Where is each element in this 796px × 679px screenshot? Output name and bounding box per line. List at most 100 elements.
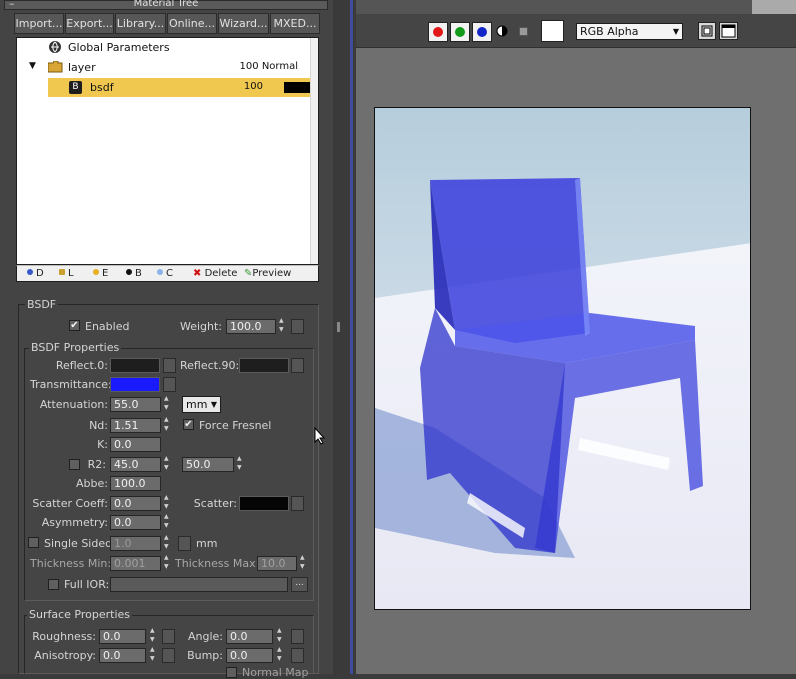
scatter-coeff-field[interactable]: 0.0 xyxy=(110,496,161,511)
abbe-label: Abbe: xyxy=(76,477,108,490)
thickness-min-field[interactable]: 0.001 xyxy=(110,556,161,571)
tree-item-layer[interactable]: ▼ layer 100 Normal xyxy=(17,58,318,77)
weight-map-button[interactable] xyxy=(291,319,304,334)
attenuation-label: Attenuation: xyxy=(39,398,108,411)
transmittance-swatch[interactable] xyxy=(110,377,160,392)
tree-item-global[interactable]: Global Parameters xyxy=(17,38,318,57)
clear-button[interactable] xyxy=(519,27,528,36)
bump-field[interactable]: 0.0 xyxy=(226,648,273,663)
tree-item-bsdf[interactable]: B bsdf 100 xyxy=(48,78,318,97)
globe-icon xyxy=(49,41,61,53)
attenuation-unit-select[interactable]: mm ▼ xyxy=(182,396,221,413)
add-c-button[interactable]: C xyxy=(157,268,173,279)
asymmetry-spinner[interactable] xyxy=(163,513,173,530)
roughness-spinner[interactable] xyxy=(149,627,159,644)
angle-map-button[interactable] xyxy=(291,629,304,644)
render-window-top-strip xyxy=(356,0,796,14)
weight-spinner[interactable] xyxy=(278,317,288,334)
k-field[interactable]: 0.0 xyxy=(110,437,161,452)
roughness-field[interactable]: 0.0 xyxy=(99,629,146,644)
scatter-swatch[interactable] xyxy=(239,496,289,511)
import-button[interactable]: Import... xyxy=(14,13,64,34)
layer-weight-blend: 100 Normal xyxy=(239,61,298,72)
single-sided-spinner[interactable] xyxy=(163,534,173,551)
blue-channel-button[interactable] xyxy=(472,22,492,42)
nd-spinner[interactable] xyxy=(163,416,173,433)
green-channel-button[interactable] xyxy=(450,22,470,42)
r2-spinner[interactable] xyxy=(163,455,173,472)
r2-second-spinner[interactable] xyxy=(236,455,246,472)
weight-field[interactable]: 100.0 xyxy=(226,319,276,334)
angle-field[interactable]: 0.0 xyxy=(226,629,273,644)
attenuation-field[interactable]: 55.0 xyxy=(110,397,161,412)
render-window-top-controls xyxy=(752,0,796,14)
abbe-field[interactable]: 100.0 xyxy=(110,476,161,491)
anisotropy-map-button[interactable] xyxy=(162,648,175,663)
thickness-max-label: Thickness Max: xyxy=(175,557,260,570)
add-e-button[interactable]: E xyxy=(93,268,108,279)
r2-checkbox[interactable] xyxy=(69,459,80,470)
channel-select[interactable]: RGB Alpha ▼ xyxy=(576,23,683,40)
dot-icon xyxy=(93,269,99,275)
bsdf-group-title: BSDF xyxy=(25,298,59,311)
nd-label: Nd: xyxy=(89,419,108,432)
anisotropy-spinner[interactable] xyxy=(149,646,159,663)
transmittance-map-button[interactable] xyxy=(163,377,176,392)
reflect0-map-button[interactable] xyxy=(163,358,176,373)
enabled-checkbox[interactable]: ✔ xyxy=(69,320,80,331)
thickness-min-spinner[interactable] xyxy=(163,554,173,571)
asymmetry-field[interactable]: 0.0 xyxy=(110,515,161,530)
expand-triangle-icon[interactable]: ▼ xyxy=(29,61,36,71)
splitter-grip[interactable] xyxy=(337,322,340,332)
r2-second-field[interactable]: 50.0 xyxy=(182,457,234,472)
scatter-coeff-spinner[interactable] xyxy=(163,494,173,511)
single-sided-map-button[interactable] xyxy=(178,536,191,551)
angle-spinner[interactable] xyxy=(276,627,286,644)
anisotropy-field[interactable]: 0.0 xyxy=(99,648,146,663)
reflect90-label: Reflect.90: xyxy=(180,359,240,372)
panel-titlebar: – Material Tree xyxy=(4,0,328,10)
add-l-button[interactable]: L xyxy=(59,268,74,279)
full-ior-checkbox[interactable] xyxy=(48,579,59,590)
preview-button[interactable]: ✎Preview xyxy=(244,268,291,279)
single-sided-checkbox[interactable] xyxy=(28,537,39,548)
tree-scrollbar[interactable] xyxy=(310,38,318,264)
single-sided-field[interactable]: 1.0 xyxy=(110,536,161,551)
add-d-button[interactable]: D xyxy=(27,268,44,279)
render-image xyxy=(374,107,751,610)
viewport-border xyxy=(350,0,353,674)
mono-toggle-icon[interactable] xyxy=(496,25,508,37)
scatter-label: Scatter: xyxy=(193,497,237,510)
chevron-down-icon: ▼ xyxy=(672,27,679,36)
reflect0-swatch[interactable] xyxy=(110,358,160,373)
thickness-max-spinner[interactable] xyxy=(299,554,309,571)
scatter-map-button[interactable] xyxy=(291,496,304,511)
nd-field[interactable]: 1.51 xyxy=(110,418,161,433)
attenuation-spinner[interactable] xyxy=(163,395,173,412)
online-button[interactable]: Online... xyxy=(167,13,217,34)
clone-window-button[interactable] xyxy=(698,22,716,40)
export-button[interactable]: Export... xyxy=(65,13,114,34)
full-ior-browse-button[interactable]: ... xyxy=(291,577,308,592)
add-b-button[interactable]: B xyxy=(126,268,142,279)
full-ior-path-field[interactable] xyxy=(110,577,288,592)
bump-spinner[interactable] xyxy=(276,646,286,663)
bump-map-button[interactable] xyxy=(291,648,304,663)
wizard-button[interactable]: Wizard... xyxy=(218,13,269,34)
dot-icon xyxy=(126,269,132,275)
mxed-button[interactable]: MXED... xyxy=(270,13,320,34)
delete-button[interactable]: ✖ Delete xyxy=(193,268,237,279)
display-toggle-button[interactable] xyxy=(719,22,738,40)
library-button[interactable]: Library... xyxy=(115,13,166,34)
background-color-swatch[interactable] xyxy=(541,20,564,42)
r2-field[interactable]: 45.0 xyxy=(110,457,161,472)
roughness-map-button[interactable] xyxy=(162,629,175,644)
force-fresnel-checkbox[interactable]: ✔ xyxy=(183,419,194,430)
reflect90-swatch[interactable] xyxy=(239,358,289,373)
reflect90-map-button[interactable] xyxy=(291,358,304,373)
folder-icon xyxy=(48,61,63,73)
normal-map-checkbox[interactable] xyxy=(226,667,237,678)
red-channel-button[interactable] xyxy=(428,22,448,42)
green-dot-icon xyxy=(455,27,465,37)
thickness-max-field[interactable]: 10.0 xyxy=(257,556,297,571)
